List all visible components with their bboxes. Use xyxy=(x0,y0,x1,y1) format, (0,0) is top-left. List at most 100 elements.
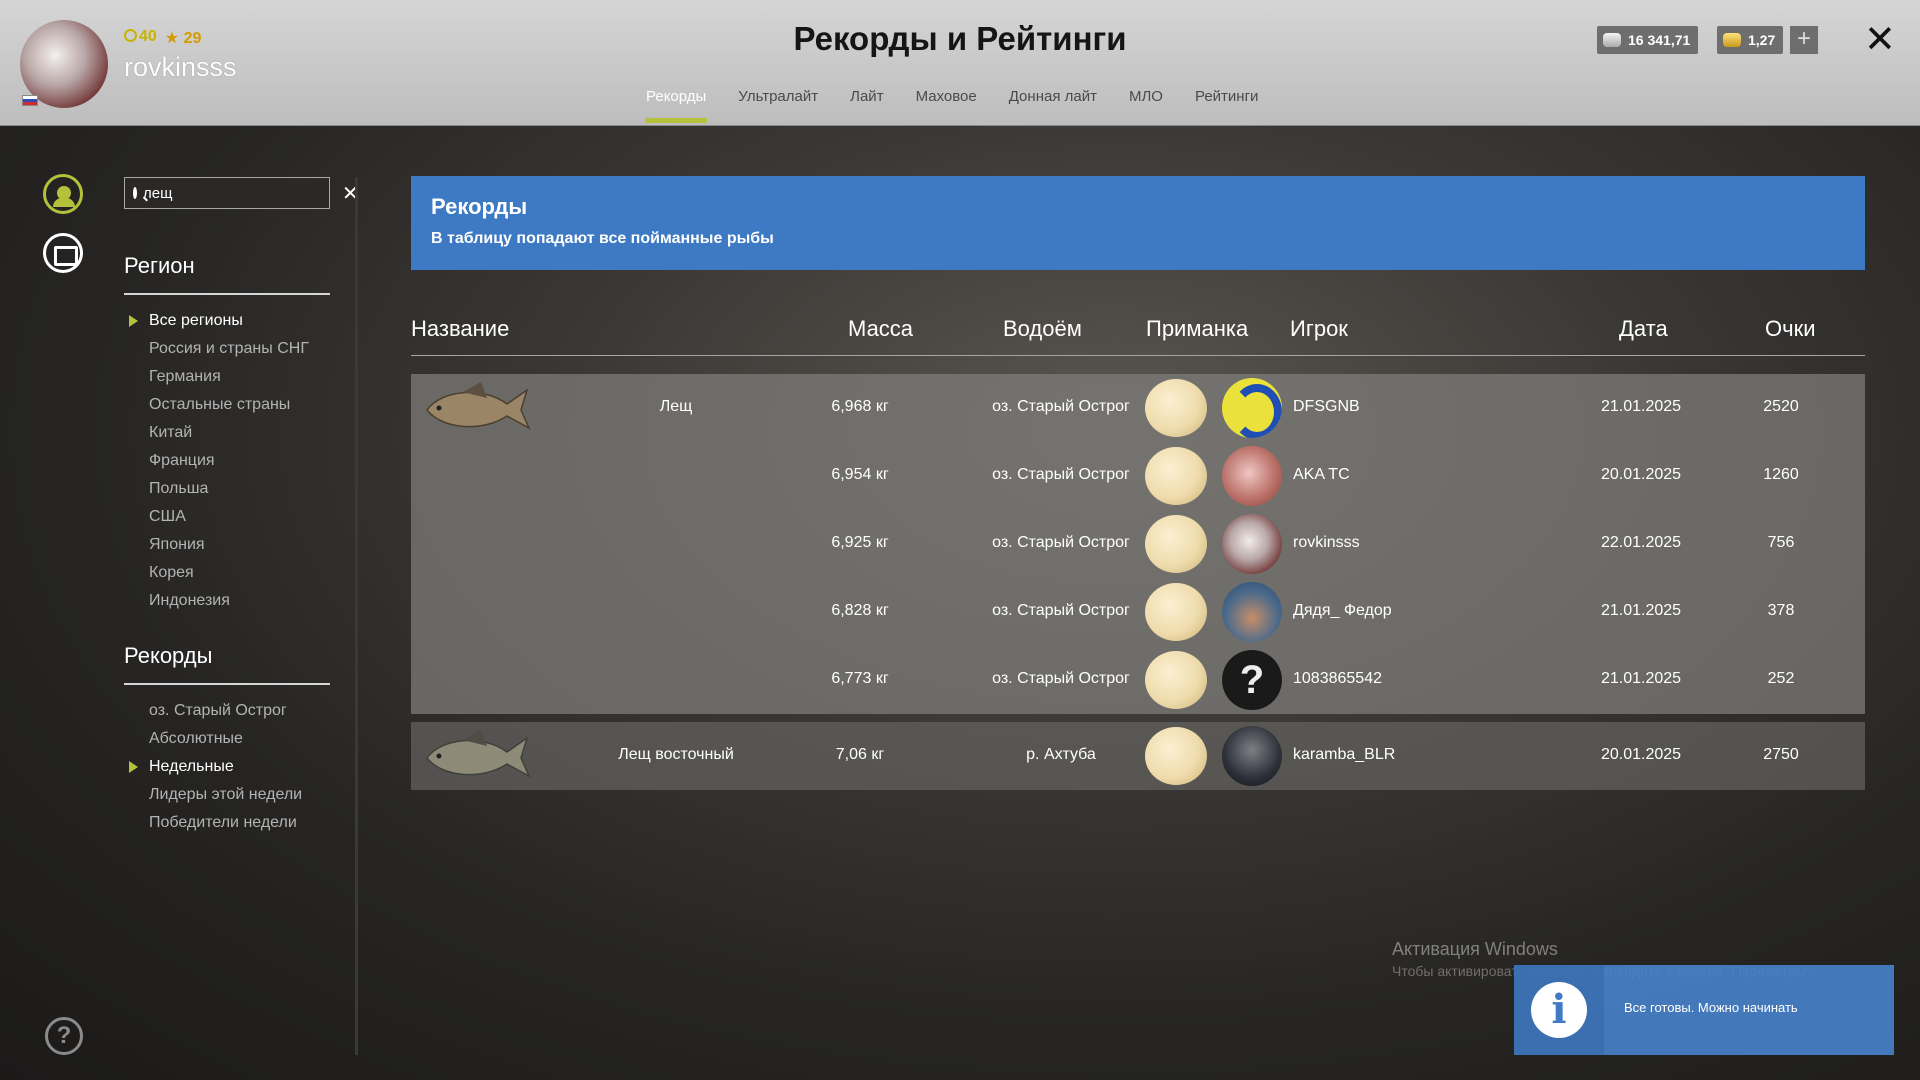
player-avatar[interactable] xyxy=(1222,726,1282,786)
banner-title: Рекорды xyxy=(431,194,528,219)
region-item[interactable]: Польша xyxy=(149,475,309,503)
friends-icon[interactable] xyxy=(43,174,83,214)
points-cell: 2520 xyxy=(1763,398,1799,415)
fish-group: Лещ восточный 7,06 кг р. Ахтуба karamba_… xyxy=(411,722,1865,790)
column-header-mass: Масса xyxy=(848,316,914,341)
tab-float[interactable]: Маховое xyxy=(900,88,993,122)
player-name[interactable]: rovkinsss xyxy=(1293,534,1513,552)
region-item[interactable]: Германия xyxy=(149,363,309,391)
column-header-water: Водоём xyxy=(1003,316,1082,341)
windows-activation-title: Активация Windows xyxy=(1392,939,1558,959)
points-cell: 378 xyxy=(1767,602,1795,619)
dough-bait-icon xyxy=(1145,515,1207,573)
water-cell: оз. Старый Острог xyxy=(992,602,1130,619)
records-item-weekly[interactable]: Недельные xyxy=(128,753,302,781)
date-cell: 22.01.2025 xyxy=(1600,534,1682,551)
records-item[interactable]: Абсолютные xyxy=(149,725,302,753)
player-name[interactable]: 1083865542 xyxy=(1293,670,1513,688)
dough-bait-icon xyxy=(1145,583,1207,641)
search-input[interactable] xyxy=(137,184,342,202)
records-section-title: Рекорды xyxy=(124,643,213,668)
records-list: оз. Старый Острог Абсолютные Недельные Л… xyxy=(128,697,302,837)
table-row[interactable]: 6,773 кг оз. Старый Острог ? 1083865542 … xyxy=(411,646,1865,714)
close-button[interactable]: ✕ xyxy=(1864,20,1896,60)
banner-subtitle: В таблицу попадают все пойманные рыбы xyxy=(431,230,774,247)
toast-message: Все готовы. Можно начинать xyxy=(1624,1000,1798,1015)
date-cell: 21.01.2025 xyxy=(1600,398,1682,415)
divider xyxy=(124,293,330,295)
player-avatar[interactable] xyxy=(1222,582,1282,642)
region-item[interactable]: Япония xyxy=(149,531,309,559)
tab-bottom-light[interactable]: Донная лайт xyxy=(993,88,1113,122)
table-row[interactable]: 6,925 кг оз. Старый Острог rovkinsss 22.… xyxy=(411,510,1865,578)
water-cell: р. Ахтуба xyxy=(1026,746,1096,763)
player-avatar[interactable] xyxy=(1222,446,1282,506)
records-banner: Рекорды В таблицу попадают все пойманные… xyxy=(411,176,1865,270)
mass-cell: 6,925 кг xyxy=(831,534,889,551)
gold-balance: 1,27 xyxy=(1717,26,1784,54)
archive-icon[interactable] xyxy=(43,233,83,273)
tab-ultralight[interactable]: Ультралайт xyxy=(722,88,834,122)
region-list: Все регионы Россия и страны СНГ Германия… xyxy=(129,307,309,615)
search-icon xyxy=(133,187,137,199)
fish-name: Лещ xyxy=(659,398,693,415)
records-item[interactable]: Победители недели xyxy=(149,809,302,837)
region-item[interactable]: Россия и страны СНГ xyxy=(149,335,309,363)
region-section-title: Регион xyxy=(124,253,195,278)
help-icon[interactable]: ? xyxy=(45,1017,83,1055)
region-item[interactable]: Франция xyxy=(149,447,309,475)
info-icon: i xyxy=(1531,982,1587,1038)
date-cell: 21.01.2025 xyxy=(1600,602,1682,619)
silver-balance: 16 341,71 xyxy=(1597,26,1699,54)
gold-value: 1,27 xyxy=(1748,32,1776,48)
tab-records[interactable]: Рекорды xyxy=(630,88,722,123)
tab-ratings[interactable]: Рейтинги xyxy=(1179,88,1274,122)
dough-bait-icon xyxy=(1145,379,1207,437)
tab-bar: Рекорды Ультралайт Лайт Маховое Донная л… xyxy=(630,88,1274,123)
region-item[interactable]: Корея xyxy=(149,559,309,587)
search-box: ✕ xyxy=(124,177,359,209)
points-cell: 756 xyxy=(1767,534,1795,551)
tab-mlo[interactable]: МЛО xyxy=(1113,88,1179,122)
silver-coin-icon xyxy=(1603,33,1621,47)
table-row[interactable]: 6,954 кг оз. Старый Острог AKA TC 20.01.… xyxy=(411,442,1865,510)
fish-group: Лещ 6,968 кг оз. Старый Острог DFSGNB 21… xyxy=(411,374,1865,714)
points-cell: 252 xyxy=(1767,670,1795,687)
table-header: Название Масса Водоём Приманка Игрок Дат… xyxy=(411,314,1865,356)
table-row[interactable]: Лещ 6,968 кг оз. Старый Острог DFSGNB 21… xyxy=(411,374,1865,442)
date-cell: 21.01.2025 xyxy=(1600,670,1682,687)
table-row[interactable]: 6,828 кг оз. Старый Острог Дядя_ Федор 2… xyxy=(411,578,1865,646)
player-name[interactable]: AKA TC xyxy=(1293,466,1513,484)
date-cell: 20.01.2025 xyxy=(1600,466,1682,483)
region-item[interactable]: США xyxy=(149,503,309,531)
player-avatar[interactable] xyxy=(1222,514,1282,574)
add-currency-button[interactable]: + xyxy=(1790,26,1818,54)
player-name[interactable]: DFSGNB xyxy=(1293,398,1513,416)
table-row[interactable]: Лещ восточный 7,06 кг р. Ахтуба karamba_… xyxy=(411,722,1865,790)
notification-toast[interactable]: i Все готовы. Можно начинать xyxy=(1514,965,1894,1055)
column-header-name: Название xyxy=(411,316,510,341)
mass-cell: 7,06 кг xyxy=(835,746,885,763)
tab-light[interactable]: Лайт xyxy=(834,88,899,122)
mass-cell: 6,968 кг xyxy=(831,398,889,415)
region-item[interactable]: Остальные страны xyxy=(149,391,309,419)
region-item[interactable]: Индонезия xyxy=(149,587,309,615)
player-name[interactable]: Дядя_ Федор xyxy=(1293,602,1513,620)
silver-value: 16 341,71 xyxy=(1628,32,1691,48)
unknown-avatar-icon[interactable]: ? xyxy=(1222,650,1282,710)
points-cell: 1260 xyxy=(1763,466,1799,483)
water-cell: оз. Старый Острог xyxy=(992,534,1130,551)
player-name[interactable]: karamba_BLR xyxy=(1293,746,1513,764)
column-header-player: Игрок xyxy=(1290,316,1348,341)
column-header-date: Дата xyxy=(1619,316,1668,341)
dough-bait-icon xyxy=(1145,727,1207,785)
mass-cell: 6,954 кг xyxy=(831,466,889,483)
player-avatar[interactable] xyxy=(1222,378,1282,438)
date-cell: 20.01.2025 xyxy=(1600,746,1682,763)
region-item-all[interactable]: Все регионы xyxy=(129,307,309,335)
water-cell: оз. Старый Острог xyxy=(992,398,1130,415)
records-item[interactable]: оз. Старый Острог xyxy=(149,697,302,725)
water-cell: оз. Старый Острог xyxy=(992,670,1130,687)
records-item[interactable]: Лидеры этой недели xyxy=(149,781,302,809)
region-item[interactable]: Китай xyxy=(149,419,309,447)
